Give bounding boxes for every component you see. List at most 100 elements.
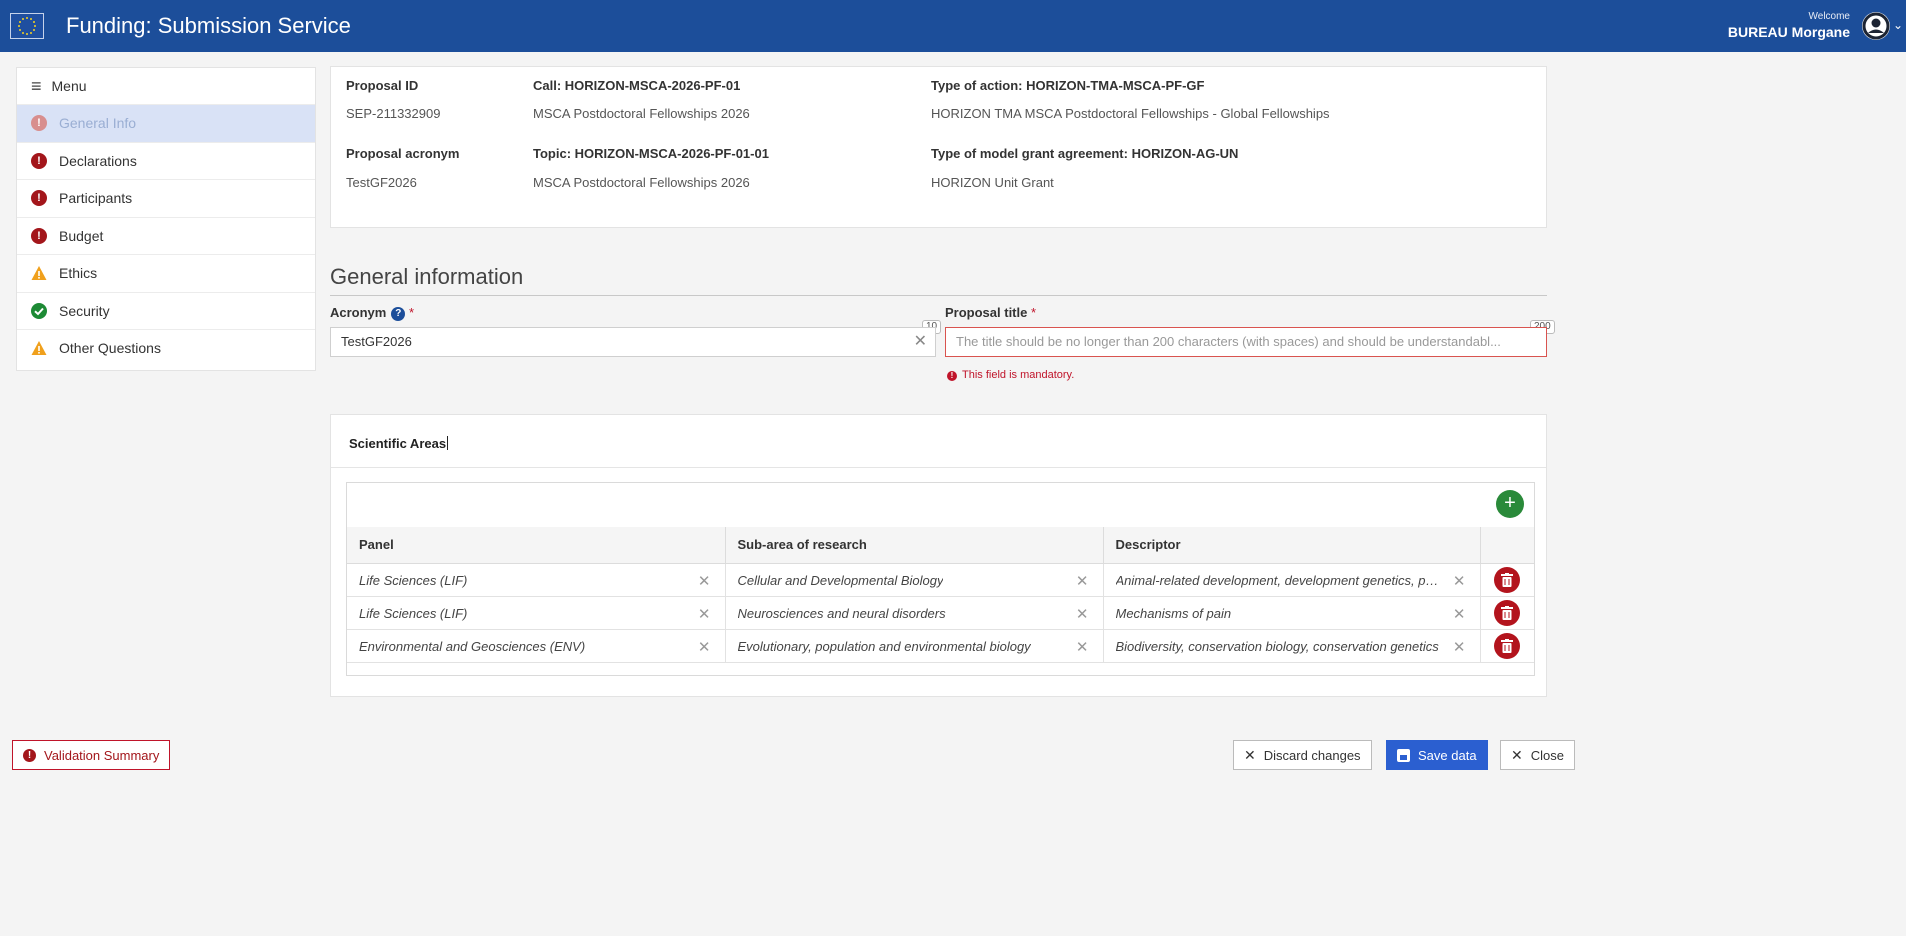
column-header-panel: Panel [347, 527, 726, 564]
clear-icon[interactable]: ✕ [1076, 572, 1089, 590]
action-type-label: Type of action: HORIZON-TMA-MSCA-PF-GF [931, 78, 1205, 93]
sidebar-item-label: Ethics [59, 265, 98, 282]
clear-icon[interactable]: ✕ [1076, 605, 1089, 623]
panel-cell[interactable]: Life Sciences (LIF) ✕ [347, 563, 726, 597]
close-button[interactable]: ✕ Close [1500, 740, 1575, 770]
check-circle-icon [31, 302, 47, 319]
scientific-areas-grid: + Panel Sub-area of research Descriptor … [346, 482, 1535, 676]
sidebar-item-budget[interactable]: ! Budget [17, 216, 315, 255]
actions-cell [1480, 629, 1534, 663]
cell-text: Mechanisms of pain [1115, 605, 1232, 621]
mga-type-label: Type of model grant agreement: HORIZON-A… [931, 146, 1239, 161]
warning-icon [31, 265, 47, 281]
proposal-info-card: Proposal ID SEP-211332909 Call: HORIZON-… [330, 66, 1547, 228]
discard-label: Discard changes [1263, 747, 1361, 763]
help-icon[interactable]: ? [391, 307, 406, 321]
cell-text: Life Sciences (LIF) [359, 605, 468, 621]
sidebar-item-security[interactable]: Security [17, 291, 315, 330]
sidebar-item-label: Budget [59, 227, 104, 244]
save-data-button[interactable]: Save data [1386, 740, 1488, 770]
table-row: Life Sciences (LIF) ✕ Neurosciences and n… [347, 596, 1534, 630]
panel-cell[interactable]: Life Sciences (LIF) ✕ [347, 596, 726, 630]
table-header-row: Panel Sub-area of research Descriptor [347, 527, 1534, 564]
top-bar: Funding: Submission Service Welcome BURE… [0, 0, 1906, 52]
cell-text: Life Sciences (LIF) [359, 572, 468, 588]
proposal-id-label: Proposal ID [346, 78, 419, 93]
user-name: BUREAU Morgane [1727, 24, 1850, 40]
validation-summary-button[interactable]: ! Validation Summary [12, 740, 171, 770]
mga-type-value: HORIZON Unit Grant [931, 175, 1054, 190]
scientific-areas-title-text: Scientific Areas [349, 436, 447, 451]
clear-icon[interactable]: ✕ [1453, 638, 1466, 656]
actions-cell [1480, 563, 1534, 597]
scientific-areas-card: Scientific Areas + Panel Sub-area of res… [330, 414, 1547, 697]
hamburger-icon: ≡ [31, 75, 42, 96]
actions-cell [1480, 596, 1534, 630]
cell-text: Animal-related development, development … [1115, 572, 1446, 588]
proposal-acronym-value: TestGF2026 [346, 175, 417, 190]
proposal-title-input[interactable]: The title should be no longer than 200 c… [945, 327, 1547, 357]
delete-row-button[interactable] [1494, 599, 1521, 626]
add-row-button[interactable]: + [1496, 490, 1524, 518]
title-error-text: This field is mandatory. [962, 369, 1075, 381]
clear-icon[interactable]: ✕ [1453, 572, 1466, 590]
topic-label: Topic: HORIZON-MSCA-2026-PF-01-01 [533, 146, 769, 161]
acronym-input[interactable]: TestGF2026 ✕ [330, 327, 936, 357]
user-avatar-icon[interactable] [1862, 12, 1890, 40]
descriptor-cell[interactable]: Mechanisms of pain ✕ [1103, 596, 1481, 630]
clear-icon[interactable]: ✕ [1453, 605, 1466, 623]
table-row: Life Sciences (LIF) ✕ Cellular and Develo… [347, 563, 1534, 597]
acronym-input-value: TestGF2026 [341, 334, 412, 349]
error-icon: ! [31, 190, 47, 207]
sidebar-item-label: Security [59, 302, 110, 319]
panel-cell[interactable]: Environmental and Geosciences (ENV) ✕ [347, 629, 726, 663]
delete-row-button[interactable] [1494, 632, 1521, 659]
clear-icon[interactable]: ✕ [698, 638, 711, 656]
scientific-areas-table: Panel Sub-area of research Descriptor Li… [347, 527, 1534, 663]
clear-icon[interactable]: ✕ [1076, 638, 1089, 656]
discard-changes-button[interactable]: ✕ Discard changes [1233, 740, 1372, 770]
delete-row-button[interactable] [1494, 566, 1521, 593]
sidebar-item-label: Declarations [59, 152, 137, 169]
descriptor-cell[interactable]: Animal-related development, development … [1103, 563, 1481, 597]
clear-icon[interactable]: ✕ [698, 605, 711, 623]
warning-icon [31, 340, 47, 356]
sub-area-cell[interactable]: Cellular and Developmental Biology ✕ [725, 563, 1104, 597]
close-icon: ✕ [1511, 746, 1523, 763]
close-label: Close [1530, 747, 1564, 763]
section-divider [330, 295, 1547, 296]
proposal-title-label-text: Proposal title [945, 305, 1028, 320]
sidebar-item-participants[interactable]: ! Participants [17, 179, 315, 217]
text-cursor [447, 436, 449, 450]
column-header-descriptor: Descriptor [1103, 527, 1481, 564]
clear-icon[interactable]: ✕ [698, 572, 711, 590]
sidebar-item-label: Participants [59, 190, 133, 207]
proposal-title-placeholder: The title should be no longer than 200 c… [956, 334, 1501, 349]
acronym-field-label: Acronym? * [330, 305, 414, 321]
sidebar: ≡ Menu ! General Info ! Declarations ! P… [16, 67, 316, 371]
proposal-acronym-label: Proposal acronym [346, 146, 460, 161]
sub-area-cell[interactable]: Neurosciences and neural disorders ✕ [725, 596, 1104, 630]
action-type-value: HORIZON TMA MSCA Postdoctoral Fellowship… [931, 106, 1330, 121]
error-icon: ! [31, 227, 47, 244]
menu-toggle[interactable]: ≡ Menu [17, 68, 315, 104]
cell-text: Neurosciences and neural disorders [737, 605, 946, 621]
descriptor-cell[interactable]: Biodiversity, conservation biology, cons… [1103, 629, 1481, 663]
acronym-label-text: Acronym [330, 305, 387, 320]
sidebar-item-other-questions[interactable]: Other Questions [17, 329, 315, 367]
sidebar-item-general-info[interactable]: ! General Info [17, 104, 315, 142]
eu-flag-icon [10, 13, 44, 39]
clear-icon[interactable]: ✕ [914, 328, 927, 356]
save-label: Save data [1418, 747, 1477, 763]
welcome-label: Welcome [1808, 11, 1851, 22]
cell-text: Evolutionary, population and environment… [737, 638, 1031, 654]
sidebar-item-declarations[interactable]: ! Declarations [17, 141, 315, 180]
error-icon: ! [947, 371, 957, 381]
column-header-actions [1480, 527, 1534, 564]
chevron-down-icon[interactable]: ⌄ [1893, 18, 1903, 32]
sidebar-item-ethics[interactable]: Ethics [17, 254, 315, 292]
section-title: General information [330, 264, 524, 289]
required-marker: * [408, 305, 415, 320]
title-error-message: ! This field is mandatory. [947, 369, 1074, 381]
sub-area-cell[interactable]: Evolutionary, population and environment… [725, 629, 1104, 663]
